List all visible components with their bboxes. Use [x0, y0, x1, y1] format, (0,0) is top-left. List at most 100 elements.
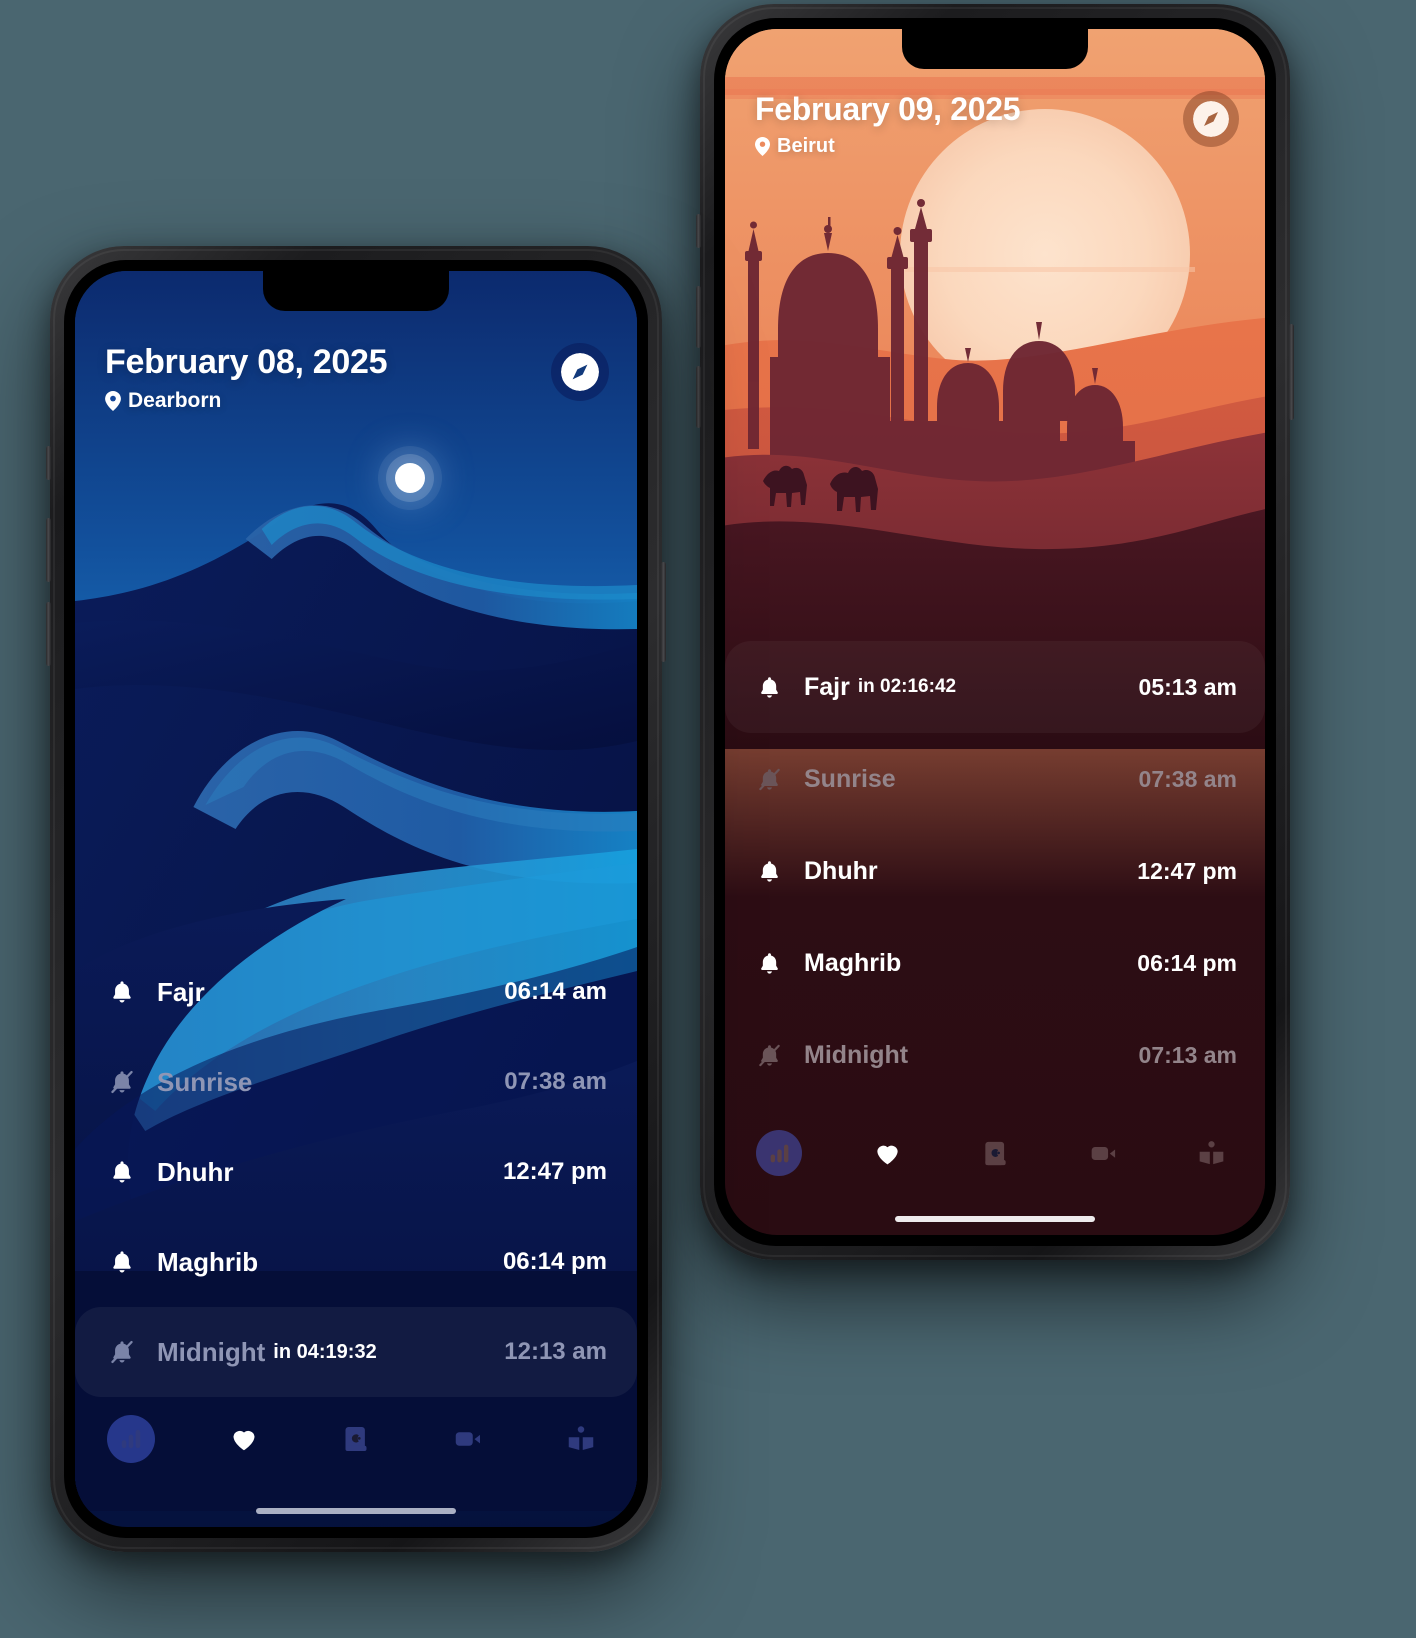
prayer-name: Maghrib — [157, 1246, 259, 1277]
bell-icon[interactable] — [105, 1249, 139, 1275]
prayer-time-value: 06:14 pm — [1137, 949, 1237, 976]
nav-tab-video[interactable] — [412, 1415, 524, 1463]
bell-slash-icon — [759, 1044, 780, 1066]
prayer-time-value: 05:13 am — [1138, 673, 1237, 700]
power-button-right[interactable] — [1289, 324, 1294, 420]
bell-slash-icon — [759, 768, 780, 790]
prayer-time-value: 12:47 pm — [502, 1158, 607, 1185]
header-right: February 09, 2025 Beirut — [755, 91, 1021, 158]
heart-icon — [876, 1145, 898, 1164]
nav-tab-favorite[interactable] — [187, 1415, 299, 1463]
location-label-left: Dearborn — [105, 389, 387, 413]
compass-icon — [1193, 101, 1229, 137]
nav-tab-quran[interactable] — [941, 1130, 1049, 1176]
prayer-time-row[interactable]: Dhuhr 12:47 pm — [725, 825, 1265, 917]
nav-tab-badge — [756, 1130, 802, 1176]
prayer-name: Sunrise — [157, 1066, 253, 1097]
volume-down-button-right[interactable] — [696, 366, 701, 428]
prayer-name: Fajr — [804, 672, 850, 701]
prayer-time-value: 06:14 pm — [502, 1248, 607, 1275]
volume-up-button-right[interactable] — [696, 286, 701, 348]
app-screen-right: February 09, 2025 Beirut Fajr in 02:16:4… — [725, 29, 1265, 1235]
prayer-time-value: 06:14 am — [504, 978, 607, 1005]
map-pin-icon — [755, 137, 770, 156]
bell-icon — [761, 860, 778, 882]
prayer-time-row[interactable]: Sunrise 07:38 am — [725, 733, 1265, 825]
page-title-date-left: February 08, 2025 — [105, 343, 388, 381]
quran-book-icon — [984, 1141, 1006, 1165]
bell-slash-icon[interactable] — [753, 767, 786, 792]
heart-icon — [233, 1430, 255, 1451]
prayer-name: Midnight — [804, 1040, 909, 1069]
prayer-time-row[interactable]: Dhuhr 12:47 pm — [75, 1127, 637, 1217]
prayer-time-value: 12:47 pm — [1137, 857, 1237, 884]
location-label-right: Beirut — [755, 135, 1020, 158]
bell-slash-icon — [111, 1340, 133, 1364]
mute-switch-right[interactable] — [696, 214, 701, 248]
prayer-time-value: 07:38 am — [504, 1068, 607, 1095]
bell-icon[interactable] — [753, 675, 786, 700]
bell-slash-icon[interactable] — [105, 1339, 139, 1365]
prayer-time-row[interactable]: Maghrib 06:14 pm — [75, 1217, 637, 1307]
bell-icon[interactable] — [105, 1159, 139, 1185]
phone-device-right: February 09, 2025 Beirut Fajr in 02:16:4… — [696, 4, 1294, 1260]
prayer-time-row[interactable]: Sunrise 07:38 am — [75, 1037, 637, 1127]
home-indicator-right[interactable] — [895, 1216, 1095, 1222]
prayer-times-list-right: Fajr in 02:16:42 05:13 am Sunrise 07:38 am … — [725, 641, 1265, 1101]
bell-slash-icon — [111, 1070, 133, 1094]
bell-icon[interactable] — [753, 859, 786, 884]
home-indicator-left[interactable] — [256, 1508, 456, 1514]
location-name-right: Beirut — [777, 135, 835, 157]
phone-bezel-left: February 08, 2025 Dearborn Fajr 06:14 am… — [64, 260, 648, 1538]
bell-slash-icon[interactable] — [105, 1069, 139, 1095]
open-book-icon — [1199, 1140, 1223, 1164]
phone-bezel-right: February 09, 2025 Beirut Fajr in 02:16:4… — [714, 18, 1276, 1246]
dynamic-island-right — [902, 29, 1088, 69]
prayer-time-value: 12:13 am — [504, 1338, 607, 1365]
volume-down-button-left[interactable] — [46, 602, 51, 666]
open-book-icon — [568, 1426, 594, 1450]
bar-chart-icon — [121, 1429, 141, 1449]
bell-slash-icon[interactable] — [753, 1043, 786, 1068]
bell-icon — [113, 1251, 131, 1273]
prayer-name: Dhuhr — [804, 856, 878, 885]
phone-device-left: February 08, 2025 Dearborn Fajr 06:14 am… — [46, 246, 666, 1552]
prayer-time-row[interactable]: Fajr 06:14 am — [75, 947, 637, 1037]
bell-icon[interactable] — [753, 951, 786, 976]
prayer-countdown: in 02:16:42 — [857, 676, 957, 697]
prayer-time-row[interactable]: Midnight in 04:19:32 12:13 am — [75, 1307, 637, 1397]
volume-up-button-left[interactable] — [46, 518, 51, 582]
prayer-time-row[interactable]: Fajr in 02:16:42 05:13 am — [725, 641, 1265, 733]
power-button-left[interactable] — [661, 562, 666, 662]
prayer-time-value: 07:13 am — [1138, 1041, 1237, 1068]
prayer-time-row[interactable]: Midnight 07:13 am — [725, 1009, 1265, 1101]
bell-icon[interactable] — [105, 979, 139, 1005]
prayer-times-list-left: Fajr 06:14 am Sunrise 07:38 am Dhuhr 12:47 … — [75, 947, 637, 1397]
qibla-compass-button-left[interactable] — [551, 343, 609, 401]
nav-tab-badge — [107, 1415, 156, 1463]
prayer-time-row[interactable]: Maghrib 06:14 pm — [725, 917, 1265, 1009]
mockup-stage: February 09, 2025 Beirut Fajr in 02:16:4… — [0, 0, 1416, 1638]
app-screen-left: February 08, 2025 Dearborn Fajr 06:14 am… — [75, 271, 637, 1527]
page-title-date-right: February 09, 2025 — [755, 91, 1021, 127]
nav-tab-read[interactable] — [525, 1415, 637, 1463]
map-pin-icon — [105, 391, 121, 411]
bell-icon — [113, 1161, 131, 1183]
dynamic-island-left — [263, 271, 449, 311]
nav-tab-stats[interactable] — [75, 1415, 187, 1463]
nav-tab-stats[interactable] — [725, 1130, 833, 1176]
moon-icon — [395, 463, 425, 493]
nav-tab-favorite[interactable] — [833, 1130, 941, 1176]
mute-switch-left[interactable] — [46, 446, 51, 480]
header-left: February 08, 2025 Dearborn — [105, 343, 388, 413]
nav-tab-read[interactable] — [1157, 1130, 1265, 1176]
prayer-name: Midnight — [157, 1336, 266, 1367]
quran-book-icon — [345, 1427, 367, 1451]
prayer-name: Maghrib — [804, 948, 902, 977]
nav-tab-quran[interactable] — [300, 1415, 412, 1463]
qibla-compass-button-right[interactable] — [1183, 91, 1239, 147]
prayer-time-value: 07:38 am — [1138, 765, 1237, 792]
prayer-name: Fajr — [157, 976, 205, 1007]
bell-icon — [761, 952, 778, 974]
nav-tab-video[interactable] — [1049, 1130, 1157, 1176]
